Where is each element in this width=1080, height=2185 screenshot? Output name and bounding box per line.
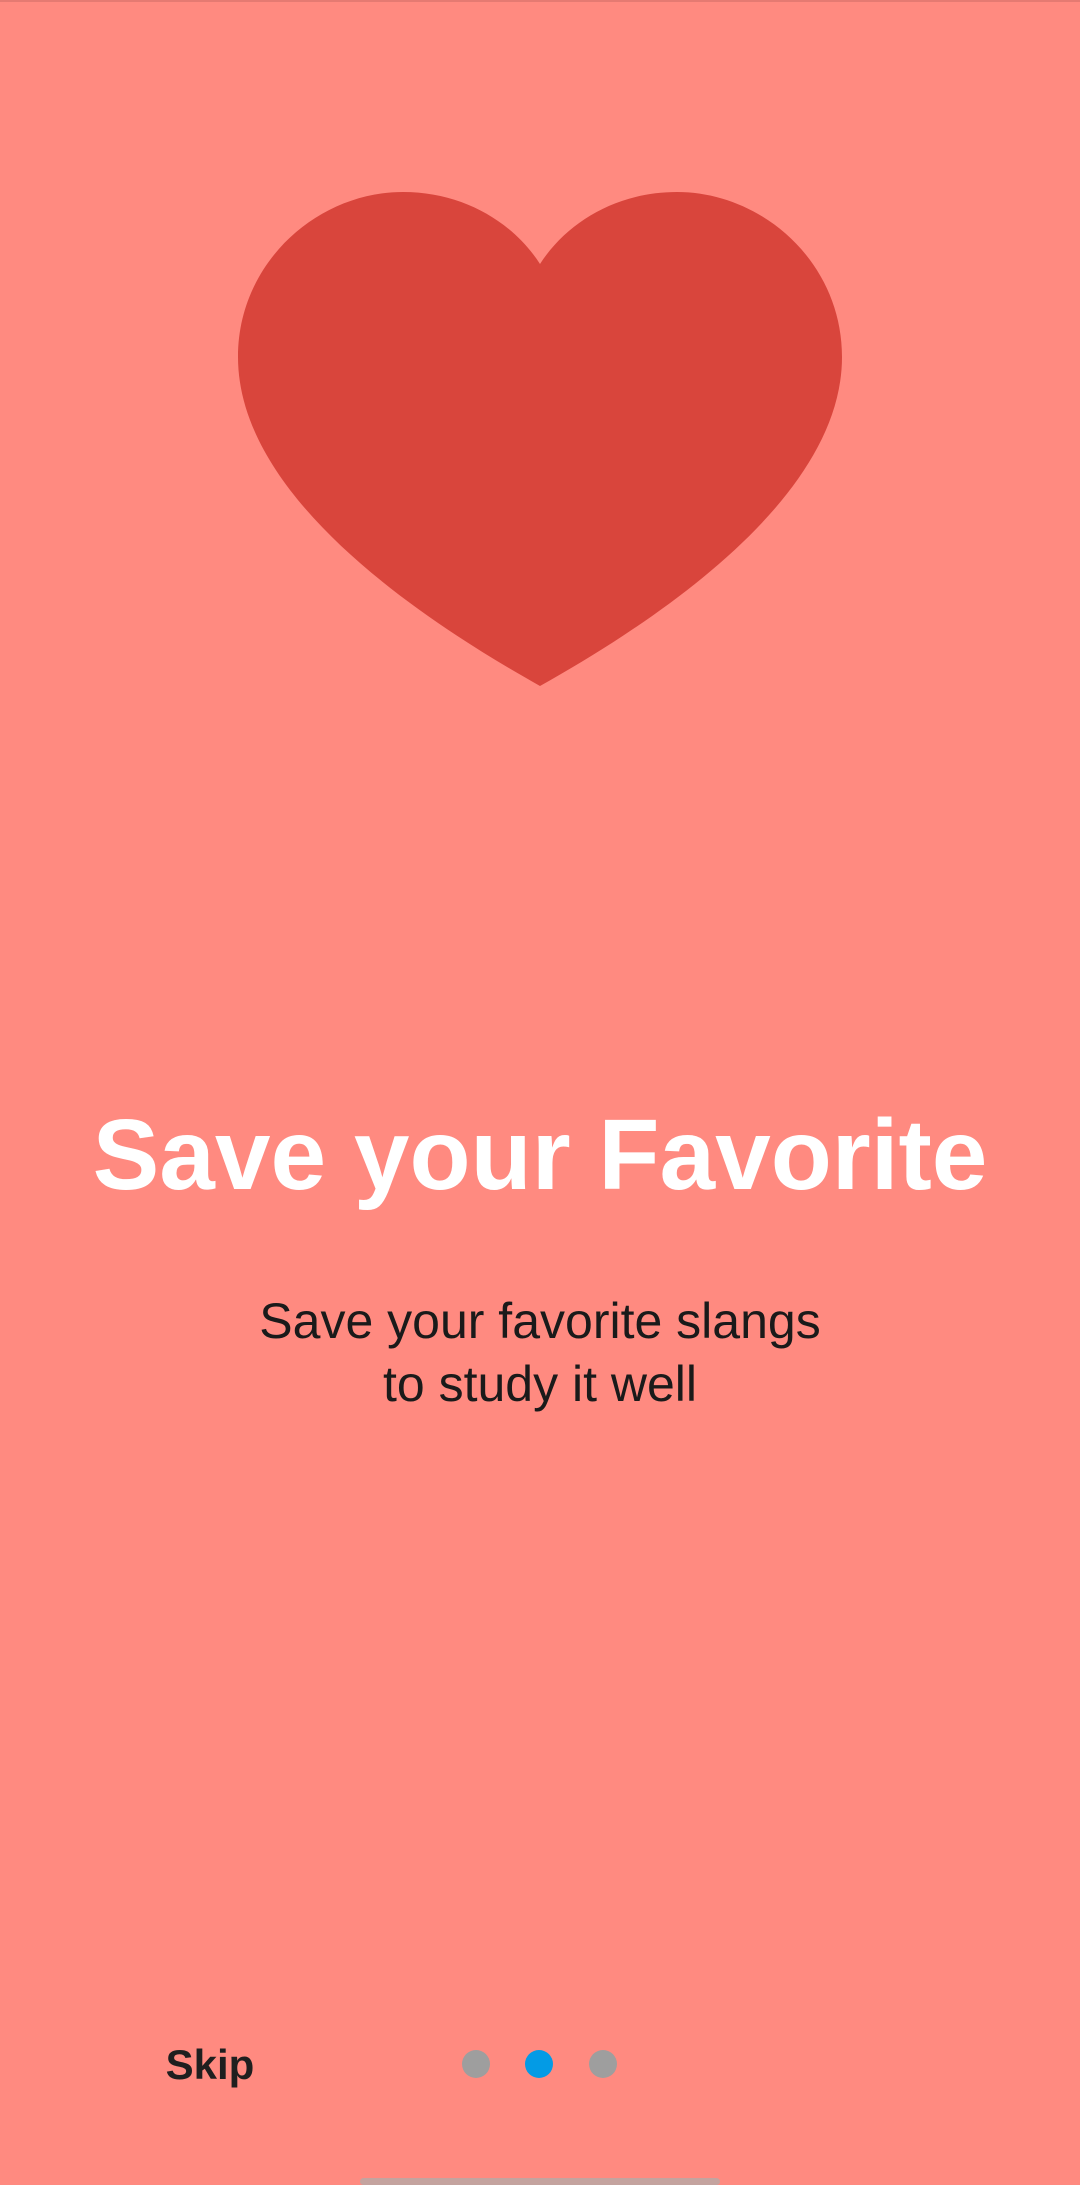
- page-subtitle: Save your favorite slangs to study it we…: [120, 1290, 960, 1416]
- subtitle-line-1: Save your favorite slangs: [259, 1293, 821, 1349]
- skip-button[interactable]: Skip: [150, 2035, 270, 2095]
- page-title: Save your Favorite: [92, 1099, 988, 1211]
- page-dot-1[interactable]: [462, 2050, 490, 2078]
- page-dot-2-active[interactable]: [525, 2050, 553, 2078]
- onboarding-screen: Save your Favorite Save your favorite sl…: [0, 0, 1080, 2185]
- page-indicator: [455, 2050, 625, 2080]
- page-dot-3[interactable]: [589, 2050, 617, 2078]
- gesture-nav-handle[interactable]: [360, 2178, 720, 2185]
- status-bar-edge: [0, 0, 1080, 2]
- subtitle-line-2: to study it well: [382, 1356, 697, 1412]
- heart-icon: [238, 192, 842, 686]
